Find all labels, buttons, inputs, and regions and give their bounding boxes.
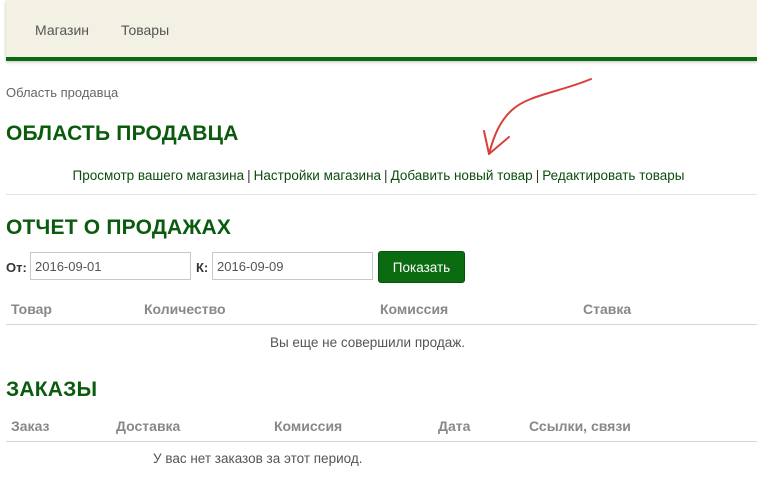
sales-col-product: Товар [11,301,52,317]
to-label: К: [196,260,209,275]
orders-col-links: Ссылки, связи [529,418,631,434]
nav-item-shop[interactable]: Магазин [35,22,89,38]
sales-empty-message: Вы еще не совершили продаж. [269,335,466,350]
from-label: От: [6,260,27,275]
view-shop-link[interactable]: Просмотр вашего магазина [72,168,244,183]
edit-products-link[interactable]: Редактировать товары [542,168,684,183]
orders-col-delivery: Доставка [116,418,181,434]
vendor-links: Просмотр вашего магазина | Настройки магаз… [0,168,757,183]
vendor-area-title: ОБЛАСТЬ ПРОДАВЦА [6,122,239,145]
breadcrumb: Область продавца [6,85,119,100]
nav-item-products[interactable]: Товары [121,22,169,38]
to-date-input[interactable] [212,252,373,280]
orders-empty-message: У вас нет заказов за этот период. [153,451,363,466]
orders-col-order: Заказ [11,418,50,434]
orders-col-date: Дата [438,418,471,434]
orders-table-divider [6,441,757,442]
sales-col-quantity: Количество [144,301,226,317]
top-navbar: Магазин Товары [6,0,757,61]
link-separator: | [247,168,251,183]
shop-settings-link[interactable]: Настройки магазина [254,168,381,183]
red-arrow-icon [483,78,592,155]
sales-col-rate: Ставка [583,301,632,317]
show-button[interactable]: Показать [378,251,465,283]
add-product-link[interactable]: Добавить новый товар [391,168,533,183]
sales-report-title: ОТЧЕТ О ПРОДАЖАХ [6,216,232,239]
sales-col-commission: Комиссия [380,301,449,317]
section-divider [6,194,757,195]
link-separator: | [535,168,540,183]
orders-col-commission: Комиссия [274,418,343,434]
from-date-input[interactable] [30,252,191,280]
link-separator: | [384,168,388,183]
orders-title: ЗАКАЗЫ [6,378,98,401]
sales-table-divider [6,324,757,325]
